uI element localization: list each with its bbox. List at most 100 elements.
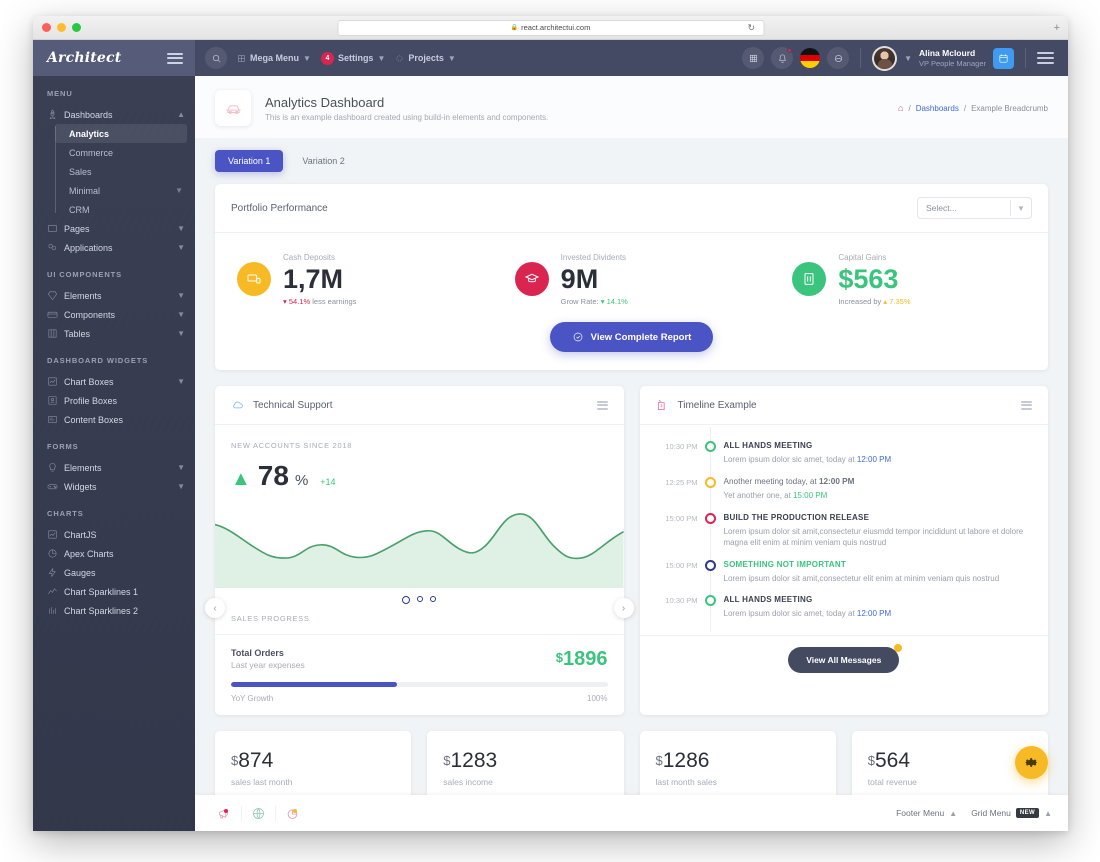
minimize-window-button[interactable]: [57, 23, 66, 32]
view-all-messages-button[interactable]: View All Messages: [788, 643, 903, 673]
megaphone-icon[interactable]: [207, 806, 241, 821]
maximize-window-button[interactable]: [72, 23, 81, 32]
timeline-entry[interactable]: 12:25 PM Another meeting today, at 12:00…: [656, 463, 1033, 513]
calendar-icon[interactable]: [993, 47, 1014, 69]
mini-card-label: last month sales: [655, 777, 717, 788]
view-complete-report-button[interactable]: View Complete Report: [549, 322, 714, 353]
new-tab-icon[interactable]: +: [1054, 22, 1060, 34]
sidebar-item-pages[interactable]: Pages ▼: [33, 219, 195, 238]
chat-icon[interactable]: [827, 47, 850, 69]
settings-menu-button[interactable]: 4 Settings ▼: [320, 51, 385, 65]
timeline-entry[interactable]: 10:30 PM ALL HANDS MEETING Lorem ipsum d…: [656, 581, 1033, 632]
sidebar-item-profile-boxes[interactable]: Profile Boxes: [33, 391, 195, 410]
sidebar-item-commerce[interactable]: Commerce: [55, 143, 195, 162]
timeline-entry-desc: Lorem ipsum dolor sic amet, today at 12:…: [724, 608, 1029, 620]
page-subtitle: This is an example dashboard created usi…: [265, 112, 549, 122]
sidebar-item-apex-charts[interactable]: Apex Charts: [33, 544, 195, 563]
menu-lines-icon[interactable]: [1021, 400, 1032, 410]
home-icon[interactable]: ⌂: [898, 103, 903, 113]
globe-icon[interactable]: [241, 805, 275, 821]
sidebar-toggle-icon[interactable]: [167, 52, 183, 64]
chevron-down-icon[interactable]: ▼: [1011, 204, 1031, 213]
technical-support-number: 78: [257, 460, 289, 492]
sidebar-item-tables[interactable]: Tables ▼: [33, 324, 195, 343]
topbar-left: Mega Menu ▼ 4 Settings ▼ Projects ▼: [205, 47, 456, 69]
timeline-time: 12:25 PM: [665, 477, 698, 487]
sidebar-item-chartjs[interactable]: ChartJS: [33, 525, 195, 544]
search-icon[interactable]: [205, 47, 227, 69]
breadcrumb-item-dashboards[interactable]: Dashboards: [916, 104, 959, 113]
portfolio-select[interactable]: Select... ▼: [917, 197, 1032, 219]
menu-lines-icon[interactable]: [596, 400, 608, 410]
sidebar-item-analytics[interactable]: Analytics: [55, 124, 187, 143]
sidebar-item-minimal[interactable]: Minimal ▼: [55, 181, 195, 200]
grid-menu-button[interactable]: Grid Menu NEW ▲: [971, 808, 1052, 818]
main-content: Analytics Dashboard This is an example d…: [195, 76, 1068, 831]
sidebar-section-forms: FORMS: [47, 442, 79, 451]
total-orders-top: Total Orders Last year expenses $1896: [231, 648, 608, 671]
timeline-content: ALL HANDS MEETING Lorem ipsum dolor sic …: [724, 595, 1033, 620]
tab-variation-1[interactable]: Variation 1: [215, 150, 284, 172]
sidebar-subitem-label: Sales: [69, 166, 92, 177]
pie-chart-icon[interactable]: [275, 805, 309, 821]
avatar[interactable]: [872, 45, 898, 71]
mini-card-label: sales last month: [231, 777, 293, 788]
progress-footer: YoY Growth 100%: [231, 694, 608, 703]
close-window-button[interactable]: [42, 23, 51, 32]
sidebar-item-chart-sparklines-2[interactable]: Chart Sparklines 2: [33, 601, 195, 620]
percent-sign: %: [294, 472, 309, 490]
bell-icon[interactable]: [771, 47, 794, 69]
sidebar-item-form-elements[interactable]: Elements ▼: [33, 458, 195, 477]
address-bar[interactable]: 🔒 react.architectui.com ↻: [337, 19, 764, 36]
grid-menu-label: Grid Menu: [971, 808, 1011, 818]
timeline-entry-desc: Lorem ipsum dolor sic amet, today at 12:…: [724, 454, 1029, 466]
rocket-icon: [47, 109, 64, 120]
sidebar-item-form-widgets[interactable]: Widgets ▼: [33, 477, 195, 496]
sidebar-item-chart-sparklines-1[interactable]: Chart Sparklines 1: [33, 582, 195, 601]
technical-support-chart: ‹ ›: [205, 500, 634, 619]
kpi-trend-prefix: Grow Rate:: [560, 297, 599, 307]
status-dot-green: [704, 441, 716, 453]
carousel-dot-3[interactable]: [430, 596, 437, 603]
content-area: Variation 1 Variation 2 Portfolio Perfor…: [195, 138, 1068, 831]
view-complete-report-label: View Complete Report: [590, 331, 692, 343]
reload-icon[interactable]: ↻: [747, 22, 755, 33]
window-controls[interactable]: [42, 23, 81, 32]
sidebar-item-crm[interactable]: CRM: [55, 200, 195, 219]
mega-menu-button[interactable]: Mega Menu ▼: [237, 53, 311, 63]
chevron-down-icon[interactable]: ▼: [904, 54, 912, 63]
mega-menu-label: Mega Menu: [250, 53, 300, 63]
projects-menu-button[interactable]: Projects ▼: [395, 53, 456, 63]
flag-de-icon[interactable]: [800, 48, 821, 68]
sidebar-item-label: Chart Sparklines 1: [64, 586, 139, 597]
sidebar-item-dashboards[interactable]: Dashboards ▲: [33, 105, 195, 124]
chevron-right-icon[interactable]: ›: [613, 598, 634, 619]
sidebar-item-sales[interactable]: Sales: [55, 162, 195, 181]
value-number: 1283: [450, 749, 498, 773]
sidebar-item-gauges[interactable]: Gauges: [33, 563, 195, 582]
sidebar-item-applications[interactable]: Applications ▼: [33, 238, 195, 257]
settings-fab-button[interactable]: [1015, 746, 1048, 779]
timeline-entry[interactable]: 15:00 PM BUILD THE PRODUCTION RELEASE Lo…: [656, 498, 1033, 562]
sidebar-item-components[interactable]: Components ▼: [33, 305, 195, 324]
sidebar-item-elements[interactable]: Elements ▼: [33, 286, 195, 305]
carousel-dots[interactable]: [215, 588, 624, 608]
sidebar-item-label: Content Boxes: [64, 414, 124, 425]
tab-variation-2[interactable]: Variation 2: [289, 150, 357, 172]
hamburger-icon[interactable]: [1037, 52, 1054, 64]
sidebar-section-menu: MENU: [47, 89, 73, 98]
footer-menu-button[interactable]: Footer Menu ▲: [896, 808, 957, 818]
carousel-dot-2[interactable]: [417, 596, 424, 603]
footer: Footer Menu ▲ Grid Menu NEW ▲: [195, 795, 1068, 831]
sidebar-item-chart-boxes[interactable]: Chart Boxes ▼: [33, 372, 195, 391]
sidebar-item-content-boxes[interactable]: Content Boxes: [33, 410, 195, 429]
timeline-entry[interactable]: 10:30 PM ALL HANDS MEETING Lorem ipsum d…: [656, 427, 1033, 478]
sidebar-item-label: Apex Charts: [64, 548, 114, 559]
grid-apps-icon[interactable]: [742, 47, 765, 69]
cloud-icon: [231, 398, 245, 412]
carousel-dot-1[interactable]: [402, 596, 411, 605]
sidebar-item-label: Dashboards: [64, 109, 113, 120]
timeline-entry[interactable]: 15:00 PM SOMETHING NOT IMPORTANT Lorem i…: [656, 545, 1033, 596]
timeline-card: Timeline Example 10:30 PM ALL HANDS MEET…: [639, 386, 1048, 716]
total-orders-block: Total Orders Last year expenses $1896 Yo…: [215, 635, 624, 715]
